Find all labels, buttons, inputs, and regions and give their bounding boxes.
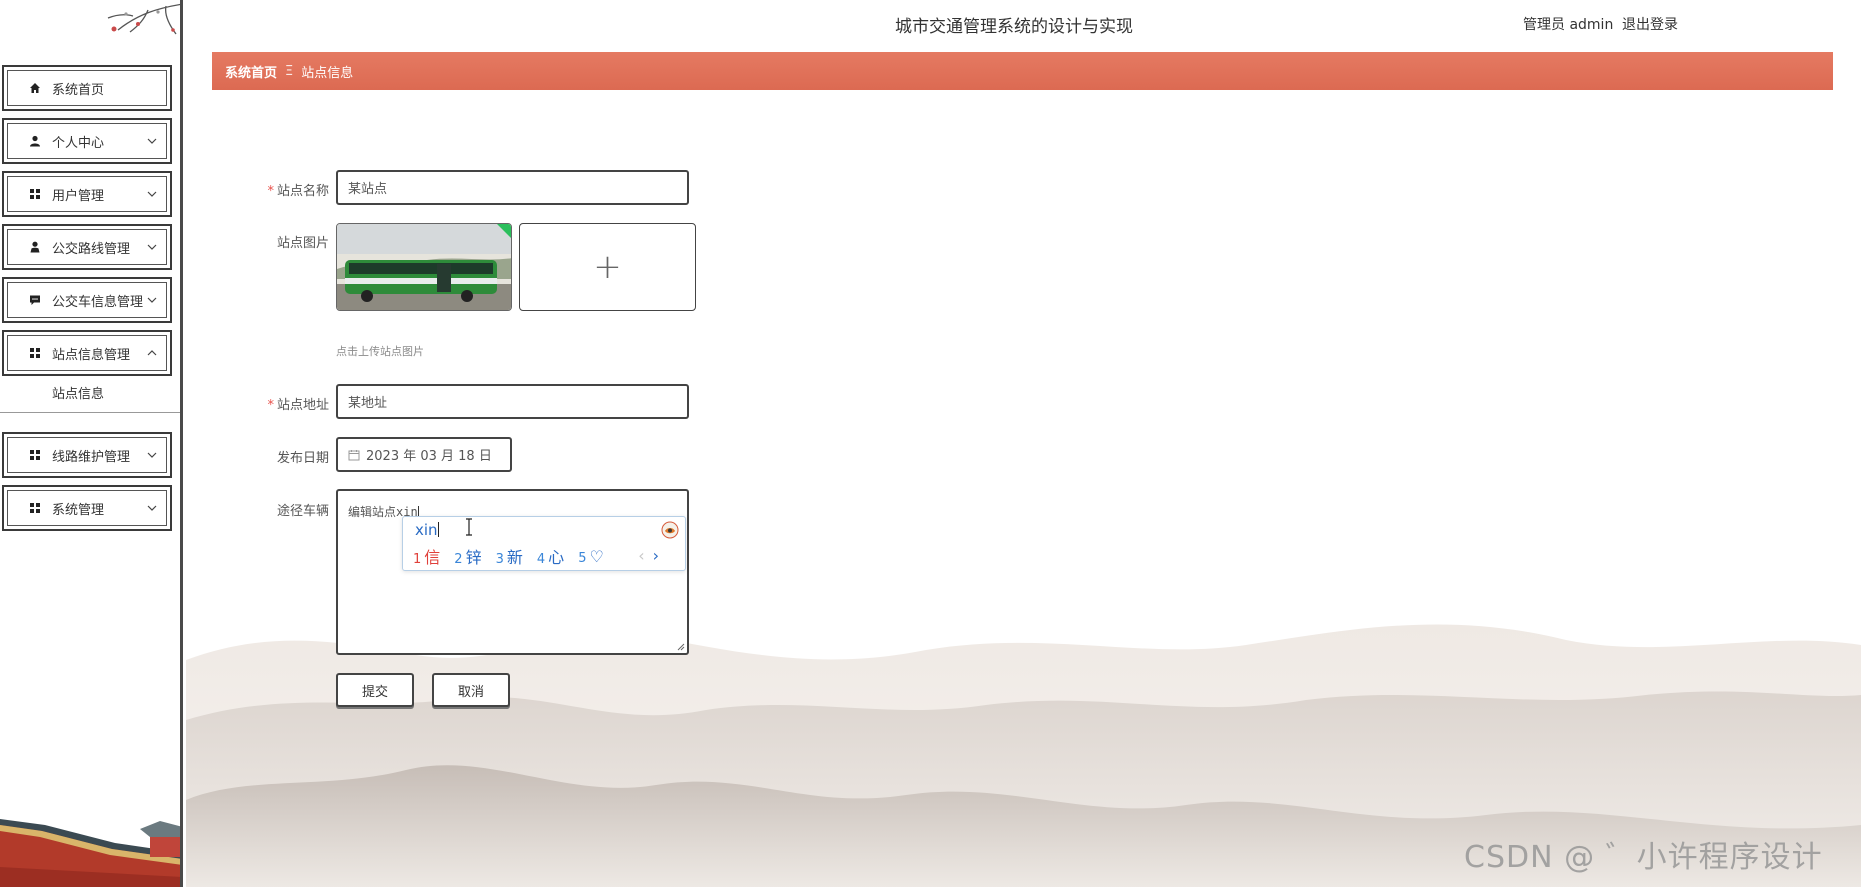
sidebar-item-system-management[interactable]: 系统管理 (2, 485, 172, 531)
cancel-button[interactable]: 取消 (432, 673, 510, 707)
ime-pager: ‹ › (638, 546, 659, 565)
chevron-up-icon (147, 350, 157, 356)
sidebar-item-bus-route-management[interactable]: 公交路线管理 (2, 224, 172, 270)
ime-prev-page-icon[interactable]: ‹ (638, 546, 644, 565)
breadcrumb-separator: Ξ (285, 63, 294, 79)
chevron-down-icon (147, 505, 157, 511)
station-image-thumbnail[interactable] (336, 223, 512, 311)
ime-composition: xin (415, 521, 439, 539)
palace-decoration (0, 819, 180, 887)
station-name-value: 某站点 (348, 182, 388, 197)
grid-icon (28, 448, 42, 462)
required-mark: * (267, 398, 274, 413)
ime-logo-icon[interactable] (661, 521, 679, 539)
required-mark: * (267, 184, 274, 199)
station-name-input[interactable]: 某站点 (336, 170, 689, 205)
grid-icon (28, 346, 42, 360)
resize-handle-icon[interactable] (677, 643, 685, 651)
bus-photo (337, 224, 511, 310)
upload-hint: 点击上传站点图片 (336, 345, 424, 358)
sidebar-item-label: 站点信息管理 (52, 347, 131, 363)
breadcrumb-current: 站点信息 (301, 65, 354, 81)
chevron-down-icon (147, 452, 157, 458)
sidebar-subitem-station-info[interactable]: 站点信息 (0, 377, 180, 413)
grid-icon (28, 501, 42, 515)
user-icon (28, 134, 42, 148)
sidebar-item-station-info-management[interactable]: 站点信息管理 (2, 330, 172, 376)
person-icon (28, 240, 42, 254)
plum-blossom-decoration (107, 3, 180, 35)
publish-date-label: 发布日期 (276, 451, 329, 466)
sidebar-item-label: 公交车信息管理 (52, 294, 144, 310)
ime-candidate[interactable]: 3新 (496, 544, 523, 568)
ime-candidate-window: xin 1信 2锌 3新 4心 5 ♡ ‹ › (402, 516, 686, 571)
chevron-down-icon (147, 138, 157, 144)
sidebar-item-label: 公交路线管理 (52, 241, 131, 257)
sidebar-item-user-management[interactable]: 用户管理 (2, 171, 172, 217)
sidebar-item-bus-info-management[interactable]: 公交车信息管理 (2, 277, 172, 323)
publish-date-value: 2023 年 03 月 18 日 (366, 449, 492, 464)
ime-candidate[interactable]: 2锌 (454, 544, 481, 568)
sidebar: 系统首页 个人中心 用户管理 公交路线管理 公交车信息管理 站点信息管理 站点信… (0, 0, 183, 887)
breadcrumb-home-link[interactable]: 系统首页 (225, 62, 277, 81)
calendar-icon (348, 449, 360, 461)
plus-icon: + (593, 247, 622, 287)
station-address-value: 某地址 (348, 396, 388, 411)
text-cursor-icon (466, 518, 472, 536)
station-address-input[interactable]: 某地址 (336, 384, 689, 419)
chevron-down-icon (147, 297, 157, 303)
sidebar-item-personal-center[interactable]: 个人中心 (2, 118, 172, 164)
logout-link[interactable]: 退出登录 (1622, 14, 1678, 34)
publish-date-input[interactable]: 2023 年 03 月 18 日 (336, 437, 512, 472)
current-user: 管理员 admin (1523, 17, 1614, 33)
chevron-down-icon (147, 191, 157, 197)
sidebar-item-label: 系统管理 (52, 502, 105, 518)
vehicles-textarea[interactable]: 编辑站点xin (336, 489, 689, 655)
submit-button[interactable]: 提交 (336, 673, 414, 707)
breadcrumb: 系统首页 Ξ 站点信息 (212, 52, 1833, 90)
ime-candidate-list: 1信 2锌 3新 4心 5 ♡ (413, 544, 604, 568)
chevron-down-icon (147, 244, 157, 250)
watermark: CSDN @ ゛小许程序设计 (1464, 840, 1823, 875)
image-upload-button[interactable]: + (519, 223, 696, 311)
station-name-label: * 站点名称 (267, 184, 329, 199)
chat-icon (28, 293, 42, 307)
sidebar-item-label: 系统首页 (52, 82, 105, 98)
sidebar-item-label: 用户管理 (52, 188, 105, 204)
ime-candidate[interactable]: 1信 (413, 544, 440, 568)
ime-next-page-icon[interactable]: › (653, 546, 659, 565)
vehicles-label: 途径车辆 (276, 504, 329, 519)
station-image-label: 站点图片 (276, 236, 329, 251)
home-icon (28, 81, 42, 95)
page-title: 城市交通管理系统的设计与实现 (895, 17, 1133, 37)
sidebar-item-label: 线路维护管理 (52, 449, 131, 465)
station-address-label: * 站点地址 (267, 398, 329, 413)
grid-icon (28, 187, 42, 201)
ime-candidate[interactable]: 4心 (537, 544, 564, 568)
sidebar-item-home[interactable]: 系统首页 (2, 65, 172, 111)
sidebar-item-label: 个人中心 (52, 135, 105, 151)
ime-candidate[interactable]: 5 ♡ (578, 547, 604, 566)
heart-icon: ♡ (589, 546, 604, 566)
sidebar-item-route-maintenance[interactable]: 线路维护管理 (2, 432, 172, 478)
